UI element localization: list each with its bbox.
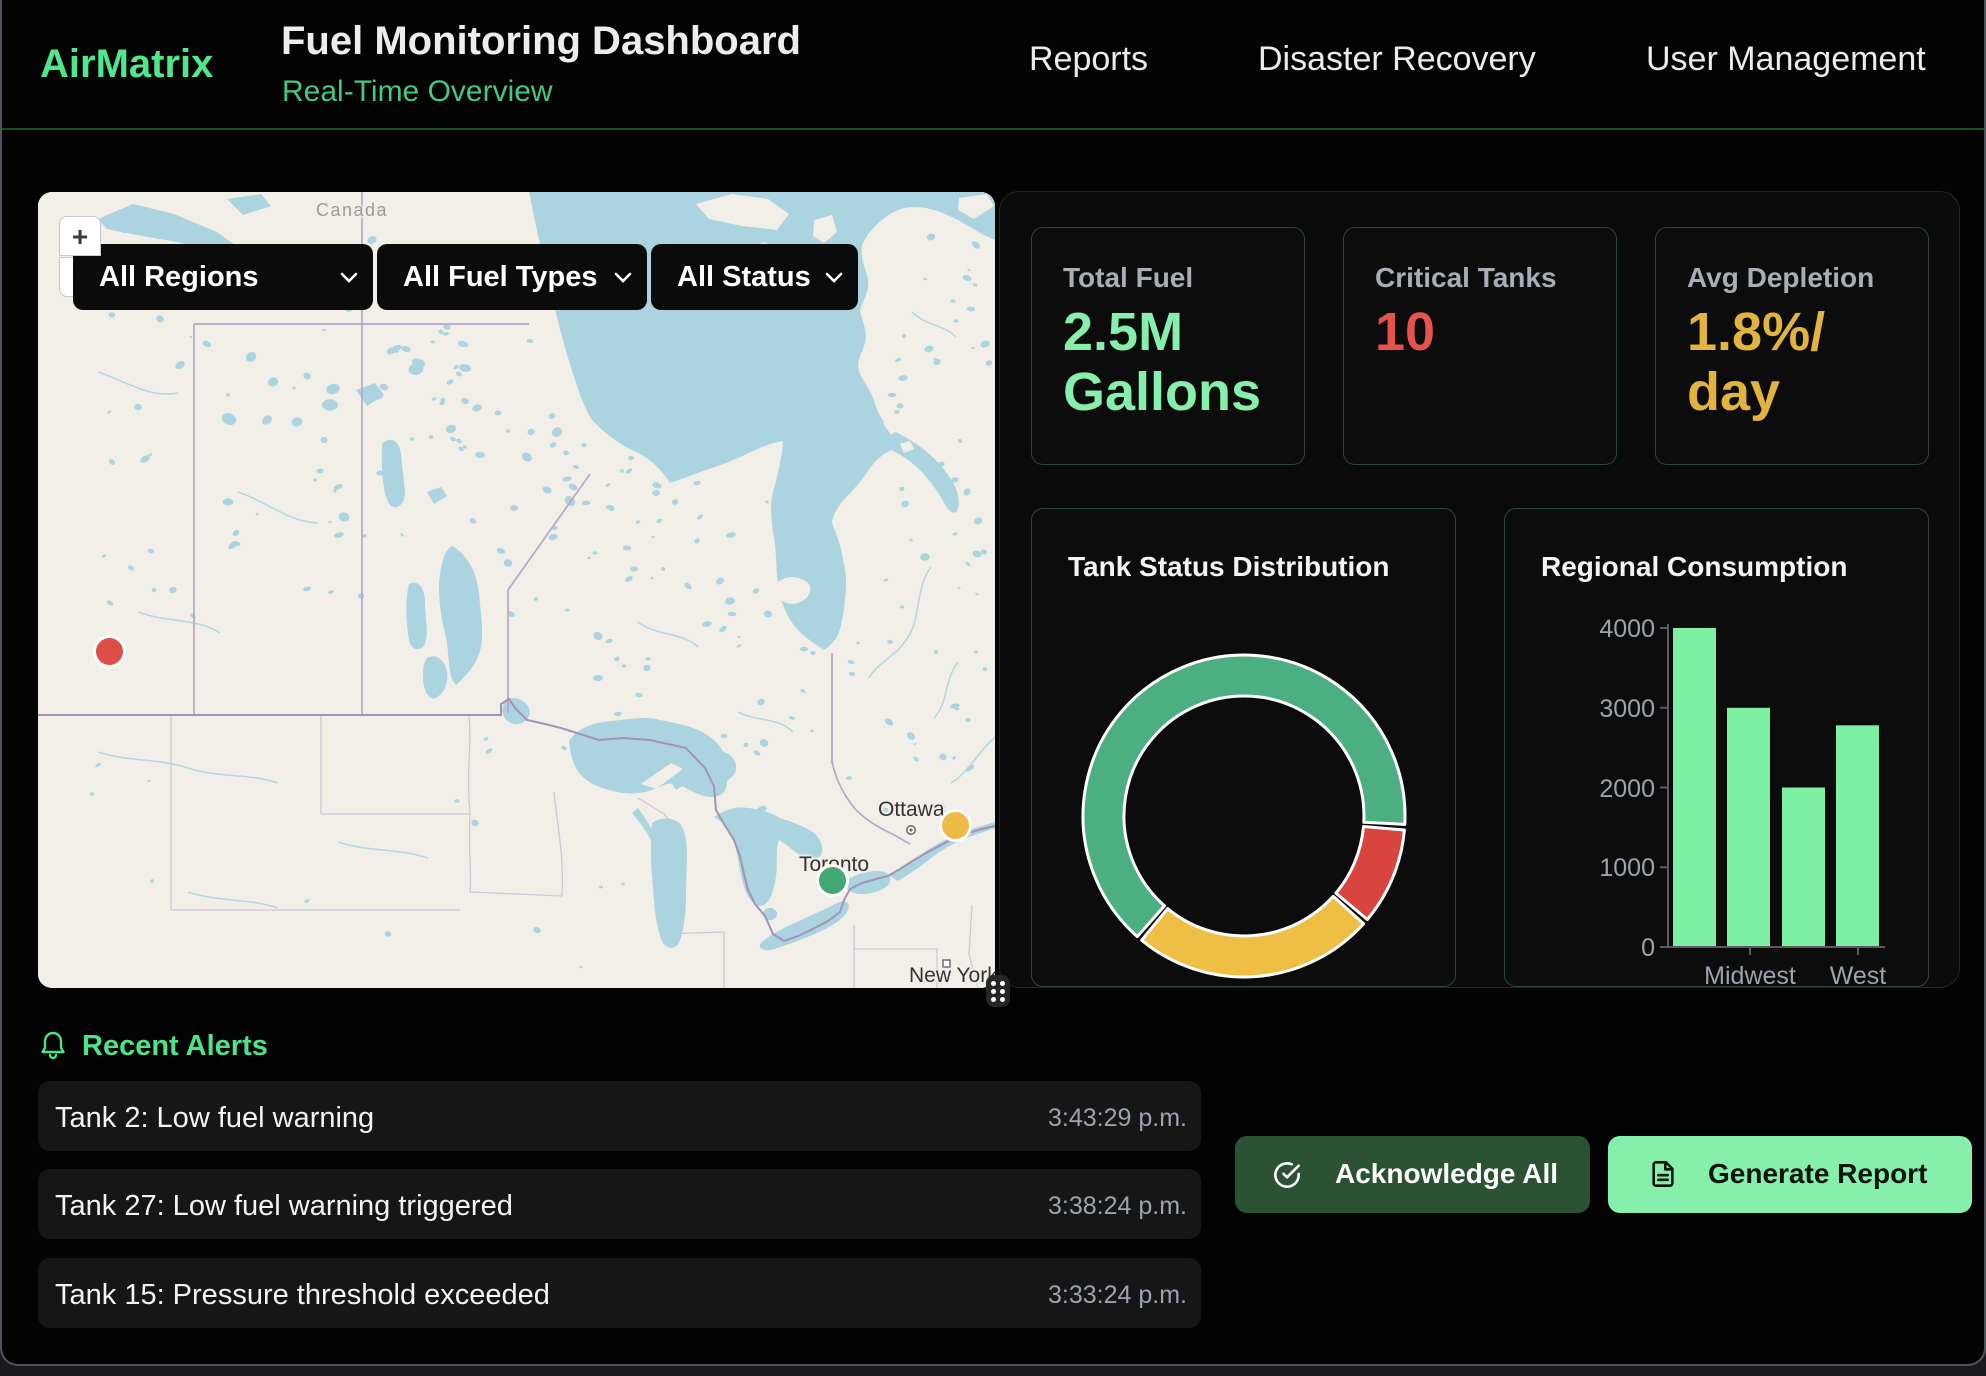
svg-text:2000: 2000 xyxy=(1599,775,1655,803)
svg-text:3000: 3000 xyxy=(1599,695,1655,723)
svg-text:4000: 4000 xyxy=(1599,615,1655,643)
svg-text:West: West xyxy=(1830,962,1887,988)
svg-text:0: 0 xyxy=(1641,934,1655,962)
svg-text:Midwest: Midwest xyxy=(1704,962,1796,988)
svg-text:1000: 1000 xyxy=(1599,854,1655,882)
